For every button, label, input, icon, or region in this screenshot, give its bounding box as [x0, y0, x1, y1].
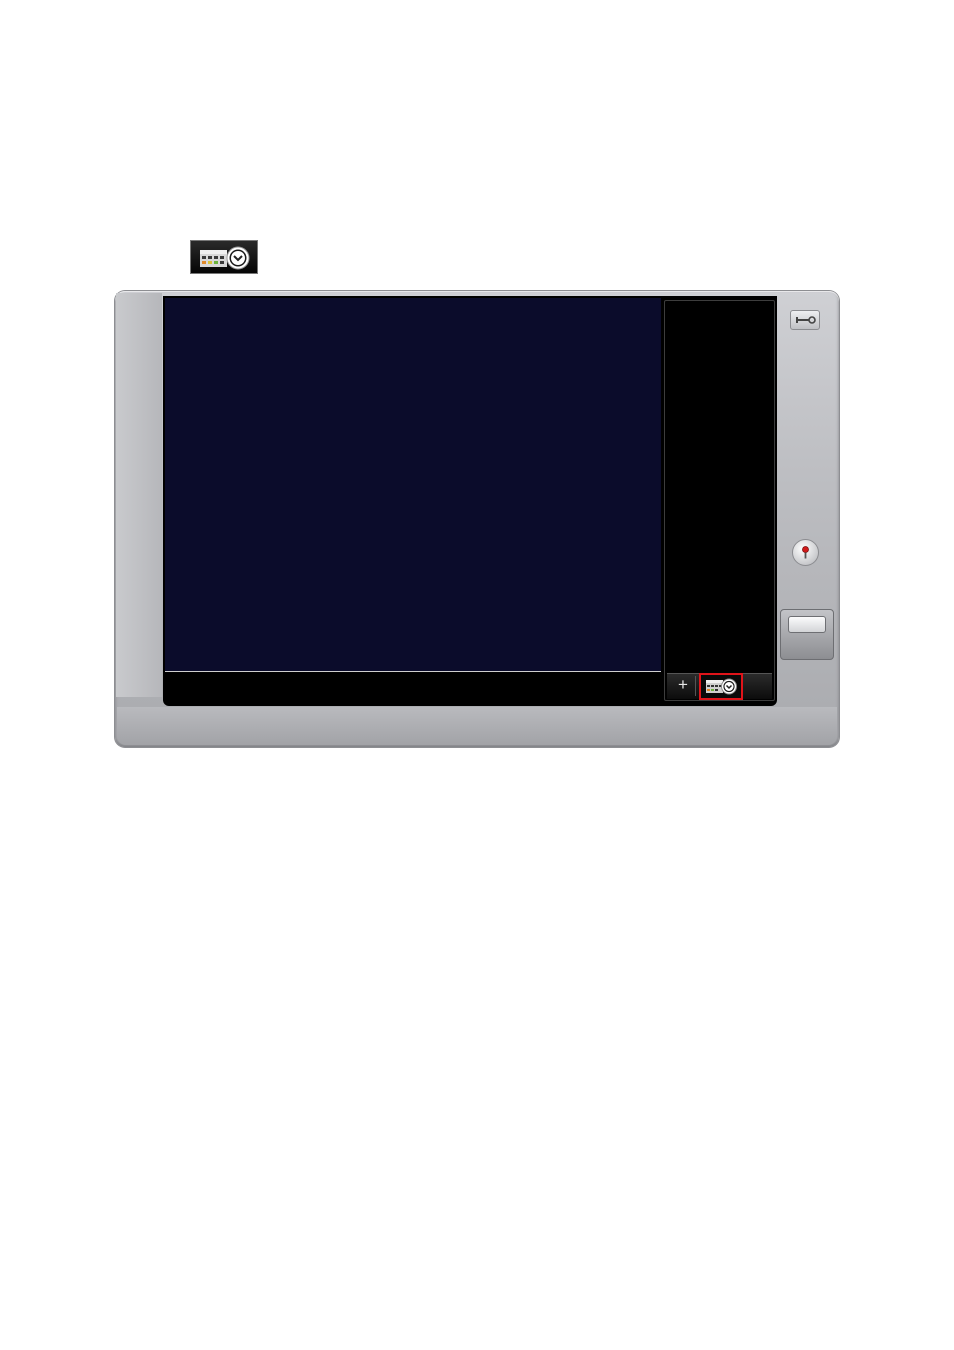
bottom-bezel	[117, 707, 837, 745]
toolbar-divider	[695, 676, 696, 696]
schedule-button[interactable]	[699, 673, 743, 700]
schedule-reference-icon	[190, 240, 258, 274]
record-button[interactable]	[792, 539, 819, 566]
record-indicator-icon	[802, 546, 809, 559]
side-panel	[664, 300, 775, 701]
panel-toggle-button[interactable]	[780, 609, 834, 660]
video-divider	[165, 671, 661, 672]
video-display	[165, 298, 661, 671]
calendar-clock-icon	[200, 246, 250, 270]
button-cap	[788, 616, 826, 633]
calendar-clock-icon	[706, 678, 737, 695]
left-bezel	[116, 293, 162, 697]
add-button[interactable]: +	[672, 674, 694, 696]
settings-button[interactable]	[790, 310, 820, 330]
wrench-key-icon	[796, 316, 816, 324]
